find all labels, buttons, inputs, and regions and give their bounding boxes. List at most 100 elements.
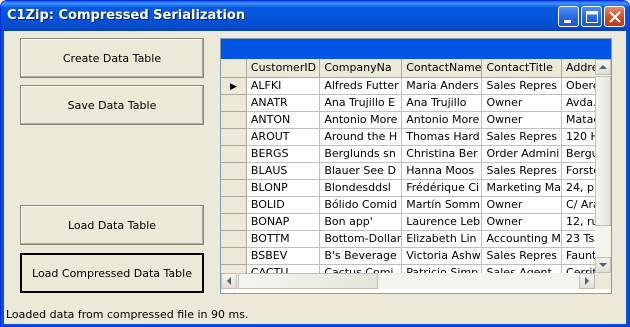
row-header[interactable] bbox=[221, 179, 247, 197]
table-cell[interactable]: BLAUS bbox=[246, 162, 321, 180]
table-cell[interactable]: AROUT bbox=[246, 128, 321, 146]
table-cell[interactable]: BOLID bbox=[246, 196, 321, 214]
title-bar[interactable]: C1Zip: Compressed Serialization bbox=[1, 1, 629, 31]
table-cell[interactable]: Sales Repres bbox=[481, 77, 563, 95]
table-row[interactable]: BOLID Bólido Comid Martín Somm Owner C/ Araq bbox=[221, 196, 611, 214]
column-header[interactable]: CustomerID bbox=[246, 59, 321, 78]
table-cell[interactable]: Frédérique Ci bbox=[401, 179, 483, 197]
table-cell[interactable]: Victoria Ashw bbox=[401, 247, 483, 265]
row-header[interactable] bbox=[221, 145, 247, 163]
row-header[interactable] bbox=[221, 94, 247, 112]
table-cell[interactable]: Antonio More bbox=[319, 111, 403, 129]
table-cell[interactable]: Order Admini bbox=[481, 145, 563, 163]
table-cell[interactable]: Bon app' bbox=[319, 213, 403, 231]
scroll-up-button[interactable] bbox=[595, 59, 611, 75]
status-text: Loaded data from compressed file in 90 m… bbox=[6, 308, 249, 321]
table-cell[interactable]: Around the H bbox=[319, 128, 403, 146]
table-cell[interactable]: Sales Repres bbox=[481, 162, 563, 180]
table-row[interactable]: BSBEV B's Beverage Victoria Ashw Sales Repr… bbox=[221, 247, 611, 265]
scroll-right-button[interactable] bbox=[579, 273, 595, 289]
table-row[interactable]: BLAUS Blauer See D Hanna Moos Sales Repres F… bbox=[221, 162, 611, 180]
table-cell[interactable]: Christina Ber bbox=[401, 145, 483, 163]
table-cell[interactable]: Accounting M bbox=[481, 230, 563, 248]
arrow-down-icon bbox=[599, 263, 607, 267]
table-cell[interactable]: Sales Repres bbox=[481, 247, 563, 265]
table-cell[interactable]: Elizabeth Lin bbox=[401, 230, 483, 248]
row-header[interactable] bbox=[221, 213, 247, 231]
column-header[interactable]: ContactName bbox=[401, 59, 483, 78]
table-cell[interactable]: ALFKI bbox=[246, 77, 321, 95]
table-cell[interactable]: B's Beverage bbox=[319, 247, 403, 265]
table-cell[interactable]: Antonio More bbox=[401, 111, 483, 129]
row-header[interactable] bbox=[221, 230, 247, 248]
table-cell[interactable]: ANATR bbox=[246, 94, 321, 112]
scroll-left-button[interactable] bbox=[221, 273, 237, 289]
arrow-up-icon bbox=[599, 65, 607, 69]
table-row[interactable]: BOTTM Bottom-Dollar Elizabeth Lin Accountin… bbox=[221, 230, 611, 248]
load-compressed-data-table-button[interactable]: Load Compressed Data Table bbox=[20, 253, 204, 293]
app-window: C1Zip: Compressed Serialization Create D… bbox=[0, 0, 630, 327]
table-cell[interactable]: Owner bbox=[481, 213, 563, 231]
table-cell[interactable]: BERGS bbox=[246, 145, 321, 163]
table-cell[interactable]: ANTON bbox=[246, 111, 321, 129]
column-header[interactable]: CompanyNa bbox=[319, 59, 403, 78]
table-row[interactable]: BLONP Blondesddsl Frédérique Ci Marketing M… bbox=[221, 179, 611, 197]
row-header[interactable] bbox=[221, 196, 247, 214]
table-cell[interactable]: Hanna Moos bbox=[401, 162, 483, 180]
current-row-marker-icon: ▶ bbox=[229, 82, 237, 92]
table-cell[interactable]: Laurence Leb bbox=[401, 213, 483, 231]
table-row[interactable]: ANTON Antonio More Antonio More Owner Matade bbox=[221, 111, 611, 129]
create-data-table-button[interactable]: Create Data Table bbox=[20, 38, 204, 78]
row-header[interactable] bbox=[221, 111, 247, 129]
grid-caption-bar bbox=[221, 39, 611, 59]
table-row[interactable]: ▶ ALFKI Alfreds Futter Maria Anders Sales Re… bbox=[221, 77, 611, 95]
table-row[interactable]: AROUT Around the H Thomas Hard Sales Repres… bbox=[221, 128, 611, 146]
arrow-left-icon bbox=[227, 277, 231, 285]
table-cell[interactable]: Bottom-Dollar bbox=[319, 230, 403, 248]
table-row[interactable]: BONAP Bon app' Laurence Leb Owner 12, rue bbox=[221, 213, 611, 231]
table-cell[interactable]: Ana Trujillo bbox=[401, 94, 483, 112]
table-cell[interactable]: BLONP bbox=[246, 179, 321, 197]
table-cell[interactable]: Maria Anders bbox=[401, 77, 483, 95]
maximize-button[interactable] bbox=[581, 6, 602, 27]
horizontal-scroll-thumb[interactable] bbox=[238, 273, 378, 289]
table-row[interactable]: BERGS Berglunds sn Christina Ber Order Admi… bbox=[221, 145, 611, 163]
table-cell[interactable]: BONAP bbox=[246, 213, 321, 231]
header-row: CustomerID CompanyNa ContactName Contact… bbox=[221, 59, 611, 78]
table-cell[interactable]: Blondesddsl bbox=[319, 179, 403, 197]
row-header[interactable] bbox=[221, 162, 247, 180]
table-cell[interactable]: Martín Somm bbox=[401, 196, 483, 214]
table-cell[interactable]: Owner bbox=[481, 111, 563, 129]
vertical-scroll-thumb[interactable] bbox=[595, 76, 611, 226]
table-row[interactable]: ANATR Ana Trujillo E Ana Trujillo Owner Avda… bbox=[221, 94, 611, 112]
data-grid[interactable]: CustomerID CompanyNa ContactName Contact… bbox=[220, 38, 612, 294]
row-header-corner bbox=[221, 59, 247, 78]
row-header[interactable]: ▶ bbox=[221, 77, 247, 95]
table-cell[interactable]: Marketing Ma bbox=[481, 179, 563, 197]
table-cell[interactable]: BSBEV bbox=[246, 247, 321, 265]
maximize-icon bbox=[586, 11, 598, 23]
window-title: C1Zip: Compressed Serialization bbox=[7, 8, 246, 23]
close-button[interactable] bbox=[604, 6, 625, 27]
table-cell[interactable]: BOTTM bbox=[246, 230, 321, 248]
vertical-scrollbar[interactable] bbox=[595, 59, 611, 273]
table-cell[interactable]: Owner bbox=[481, 94, 563, 112]
table-cell[interactable]: Sales Repres bbox=[481, 128, 563, 146]
table-cell[interactable]: Blauer See D bbox=[319, 162, 403, 180]
table-cell[interactable]: Alfreds Futter bbox=[319, 77, 403, 95]
scroll-down-button[interactable] bbox=[595, 257, 611, 273]
row-header[interactable] bbox=[221, 247, 247, 265]
horizontal-scrollbar[interactable] bbox=[221, 273, 595, 289]
column-header[interactable]: ContactTitle bbox=[481, 59, 563, 78]
table-cell[interactable]: Bólido Comid bbox=[319, 196, 403, 214]
load-data-table-button[interactable]: Load Data Table bbox=[20, 205, 204, 245]
table-cell[interactable]: Berglunds sn bbox=[319, 145, 403, 163]
table-cell[interactable]: Thomas Hard bbox=[401, 128, 483, 146]
minimize-button[interactable] bbox=[558, 6, 579, 27]
save-data-table-button[interactable]: Save Data Table bbox=[20, 85, 204, 125]
row-header[interactable] bbox=[221, 128, 247, 146]
table-cell[interactable]: Owner bbox=[481, 196, 563, 214]
table-cell[interactable]: Ana Trujillo E bbox=[319, 94, 403, 112]
minimize-icon bbox=[564, 20, 571, 23]
scrollbar-corner bbox=[595, 273, 611, 289]
